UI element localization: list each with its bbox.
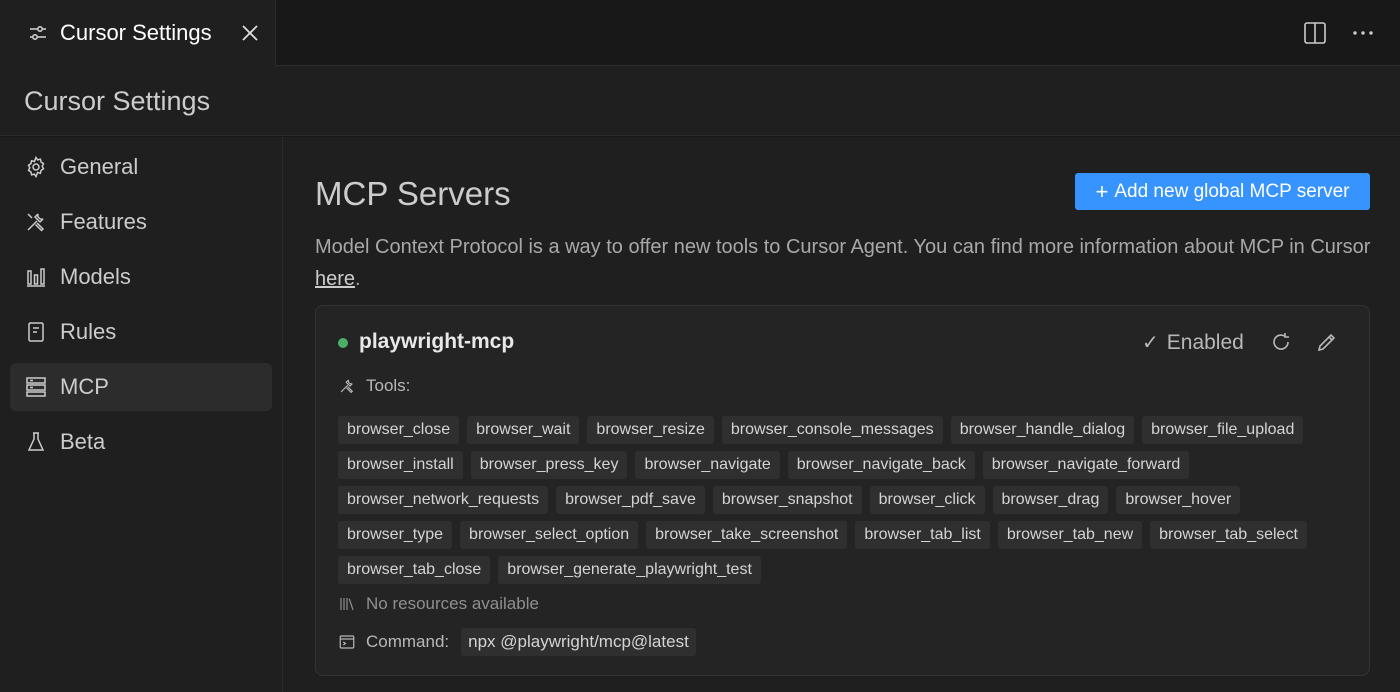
server-icon — [26, 377, 46, 397]
mcp-server-card: playwright-mcp ✓ Enabled Tools: browser_… — [315, 305, 1370, 676]
resources-row: No resources available — [338, 594, 539, 614]
sidebar-item-mcp[interactable]: MCP — [10, 363, 272, 411]
tool-chip: browser_tab_close — [338, 556, 491, 584]
sidebar-item-models[interactable]: Models — [10, 253, 272, 301]
tool-chip: browser_console_messages — [721, 416, 943, 444]
tool-chip: browser_select_option — [460, 521, 639, 549]
tab-cursor-settings[interactable]: Cursor Settings — [0, 0, 276, 66]
tool-chip: browser_tab_select — [1150, 521, 1307, 549]
tools-icon — [340, 379, 354, 394]
tab-bar: Cursor Settings — [0, 0, 1400, 66]
more-info-link[interactable]: here — [315, 268, 355, 290]
command-value: npx @playwright/mcp@latest — [461, 628, 696, 656]
main-content: MCP Servers + Add new global MCP server … — [283, 137, 1400, 692]
sidebar-item-label: Beta — [60, 429, 106, 454]
resources-text: No resources available — [366, 594, 539, 613]
tab-label: Cursor Settings — [60, 20, 212, 45]
settings-sliders-icon — [30, 25, 46, 41]
page-title: Cursor Settings — [24, 86, 211, 116]
add-global-mcp-server-button[interactable]: + Add new global MCP server — [1075, 173, 1370, 210]
sidebar-item-label: Features — [60, 209, 147, 234]
command-row: Command: npx @playwright/mcp@latest — [338, 628, 696, 656]
server-name: playwright-mcp — [359, 330, 515, 353]
gear-icon — [27, 155, 45, 179]
flask-icon — [27, 432, 45, 451]
command-label: Command: — [366, 632, 450, 651]
cursor-settings-window: Cursor Settings Cursor Settings General — [0, 0, 1400, 692]
tools-icon — [27, 213, 45, 232]
add-button-label: Add new global MCP server — [1114, 180, 1350, 202]
bar-chart-icon — [27, 268, 45, 287]
settings-sidebar: General Features Models Rules MCP Beta — [0, 137, 283, 692]
tool-chip: browser_drag — [992, 486, 1109, 514]
plus-icon: + — [1095, 178, 1109, 204]
tool-chip: browser_hover — [1116, 486, 1241, 514]
sidebar-item-label: General — [60, 154, 139, 179]
enabled-toggle[interactable]: ✓ Enabled — [1142, 330, 1244, 355]
tool-chip: browser_tab_new — [997, 521, 1143, 549]
description-suffix: . — [355, 268, 361, 290]
sidebar-item-label: Rules — [60, 319, 117, 344]
edit-pencil-icon[interactable] — [1315, 330, 1339, 354]
tool-chip: browser_resize — [587, 416, 714, 444]
section-title: MCP Servers — [315, 175, 511, 212]
description-text: Model Context Protocol is a way to offer… — [315, 236, 1371, 258]
tool-chip: browser_type — [338, 521, 453, 549]
tool-chip: browser_navigate_back — [787, 451, 975, 479]
close-icon[interactable] — [238, 21, 262, 45]
sidebar-item-general[interactable]: General — [10, 143, 272, 191]
status-indicator-dot — [338, 338, 348, 348]
tool-chip: browser_generate_playwright_test — [498, 556, 761, 584]
check-icon: ✓ — [1142, 332, 1159, 354]
tools-heading: Tools: — [338, 376, 410, 396]
tool-chip: browser_navigate_forward — [982, 451, 1190, 479]
sidebar-item-beta[interactable]: Beta — [10, 418, 272, 466]
tool-chip: browser_tab_list — [855, 521, 990, 549]
tool-chip: browser_handle_dialog — [950, 416, 1135, 444]
terminal-icon — [339, 635, 355, 649]
tool-chip: browser_snapshot — [712, 486, 862, 514]
mcp-description: Model Context Protocol is a way to offer… — [315, 231, 1375, 295]
tool-chip: browser_click — [869, 486, 985, 514]
settings-header: Cursor Settings — [0, 66, 1400, 136]
tool-chip: browser_navigate — [635, 451, 780, 479]
notebook-icon — [28, 322, 44, 342]
sidebar-item-rules[interactable]: Rules — [10, 308, 272, 356]
more-actions-icon[interactable] — [1350, 20, 1376, 46]
split-editor-icon[interactable] — [1302, 20, 1328, 46]
sidebar-item-features[interactable]: Features — [10, 198, 272, 246]
tool-chip: browser_pdf_save — [556, 486, 705, 514]
tool-chip: browser_install — [338, 451, 463, 479]
refresh-icon[interactable] — [1269, 330, 1293, 354]
tool-chip: browser_network_requests — [338, 486, 549, 514]
tool-chip: browser_file_upload — [1142, 416, 1304, 444]
status-label: Enabled — [1166, 330, 1244, 354]
library-icon — [340, 598, 354, 611]
tool-chip: browser_close — [338, 416, 460, 444]
tool-list: browser_close browser_wait browser_resize b… — [338, 416, 1348, 591]
tab-bar-actions — [1302, 20, 1376, 46]
sidebar-item-label: MCP — [60, 374, 109, 399]
tool-chip: browser_take_screenshot — [646, 521, 848, 549]
tool-chip: browser_press_key — [470, 451, 628, 479]
tools-label: Tools: — [366, 376, 411, 395]
tool-chip: browser_wait — [467, 416, 580, 444]
sidebar-item-label: Models — [60, 264, 131, 289]
